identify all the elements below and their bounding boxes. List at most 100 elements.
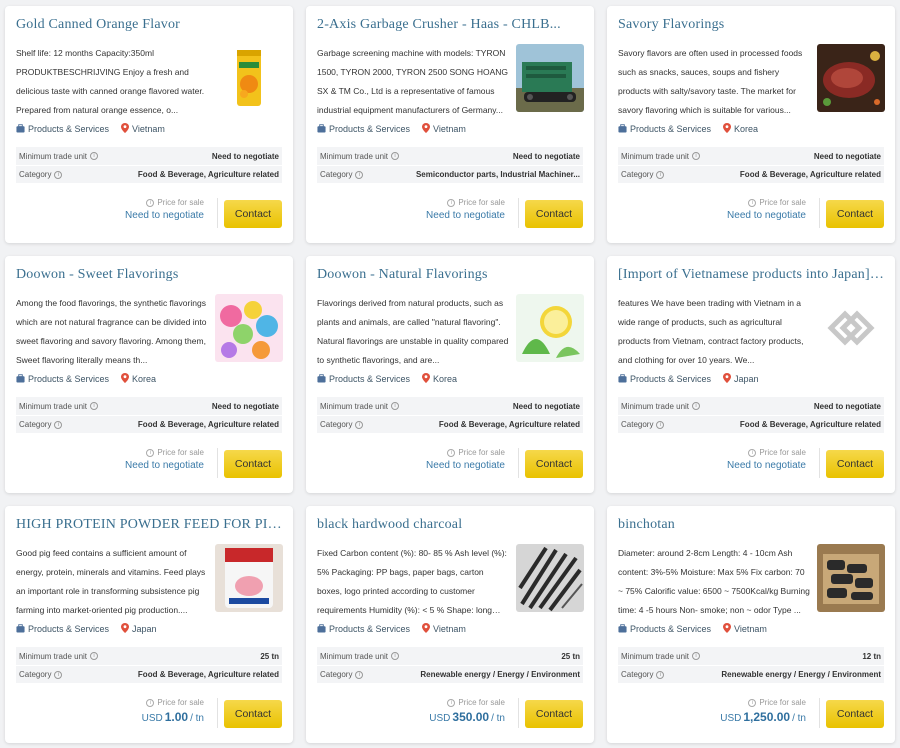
product-card[interactable]: Gold Canned Orange Flavor Shelf life: 12… — [5, 6, 293, 243]
product-description: Shelf life: 12 months Capacity:350ml PRO… — [16, 48, 205, 115]
info-icon[interactable]: i — [54, 170, 63, 179]
product-title[interactable]: Savory Flavorings — [618, 17, 886, 33]
product-card[interactable]: 2-Axis Garbage Crusher - Haas - CHLB... … — [306, 6, 594, 243]
info-icon[interactable]: i — [90, 652, 99, 660]
info-icon[interactable]: i — [90, 152, 99, 160]
price-currency: USD — [720, 713, 742, 724]
contact-button[interactable]: Contact — [525, 700, 583, 728]
product-title[interactable]: 2-Axis Garbage Crusher - Haas - CHLB... — [317, 17, 585, 33]
info-icon[interactable]: i — [656, 670, 665, 679]
info-icon[interactable]: i — [692, 402, 701, 410]
info-icon[interactable]: i — [656, 170, 665, 179]
product-card[interactable]: binchotan Diameter: around 2-8cm Length:… — [607, 506, 895, 743]
product-title[interactable]: HIGH PROTEIN POWDER FEED FOR PIG +... — [16, 517, 284, 533]
product-card[interactable]: Doowon - Natural Flavorings Flavorings d… — [306, 256, 594, 493]
price-amount: Need to negotiate — [426, 460, 505, 471]
info-icon[interactable]: i — [355, 170, 364, 179]
price-currency: USD — [141, 713, 163, 724]
price-amount: Need to negotiate — [727, 210, 806, 221]
product-title[interactable]: black hardwood charcoal — [317, 517, 585, 533]
info-icon[interactable]: i — [748, 698, 757, 707]
info-icon[interactable]: i — [656, 420, 665, 429]
contact-button[interactable]: Contact — [525, 200, 583, 228]
product-card[interactable]: [Import of Vietnamese products into Japa… — [607, 256, 895, 493]
product-image[interactable] — [516, 44, 584, 112]
product-meta: Products & Services Vietnam — [618, 623, 767, 635]
min-trade-unit-label: Minimum trade unit — [320, 151, 389, 161]
min-trade-unit-label: Minimum trade unit — [320, 401, 389, 411]
info-icon[interactable]: i — [355, 670, 364, 679]
info-icon[interactable]: i — [447, 698, 456, 707]
product-title[interactable]: Gold Canned Orange Flavor — [16, 17, 284, 33]
product-title[interactable]: [Import of Vietnamese products into Japa… — [618, 267, 886, 283]
product-image[interactable] — [817, 44, 885, 112]
product-title[interactable]: Doowon - Sweet Flavorings — [16, 267, 284, 283]
contact-button[interactable]: Contact — [224, 450, 282, 478]
product-card[interactable]: HIGH PROTEIN POWDER FEED FOR PIG +... Go… — [5, 506, 293, 743]
product-image[interactable] — [817, 294, 885, 362]
card-footer: i Price for sale USD 1.00/ tn Contact — [16, 698, 282, 728]
price-for-sale-text: Price for sale — [759, 198, 806, 207]
product-meta: Products & Services Vietnam — [317, 123, 466, 135]
info-icon[interactable]: i — [355, 420, 364, 429]
product-image[interactable] — [215, 294, 283, 362]
contact-button[interactable]: Contact — [826, 700, 884, 728]
category-row: Category i Renewable energy / Energy / En… — [317, 665, 583, 683]
location-label: Vietnam — [132, 124, 165, 134]
product-title[interactable]: Doowon - Natural Flavorings — [317, 267, 585, 283]
min-trade-unit-key: Minimum trade unit i — [19, 652, 99, 661]
contact-button[interactable]: Contact — [224, 200, 282, 228]
product-image[interactable] — [215, 44, 283, 112]
info-icon[interactable]: i — [692, 152, 701, 160]
min-trade-unit-row: Minimum trade unit i Need to negotiate — [317, 147, 583, 165]
charcoal-box-image — [817, 544, 885, 612]
info-icon[interactable]: i — [391, 152, 400, 160]
product-title[interactable]: binchotan — [618, 517, 886, 533]
product-description: Among the food flavorings, the synthetic… — [16, 298, 207, 365]
info-icon[interactable]: i — [447, 198, 456, 207]
min-trade-unit-key: Minimum trade unit i — [320, 401, 400, 411]
info-icon[interactable]: i — [146, 198, 155, 207]
product-card[interactable]: Savory Flavorings Savory flavors are oft… — [607, 6, 895, 243]
info-icon[interactable]: i — [447, 448, 456, 457]
contact-button[interactable]: Contact — [224, 700, 282, 728]
min-trade-unit-row: Minimum trade unit i 12 tn — [618, 647, 884, 665]
product-image[interactable] — [516, 294, 584, 362]
category-value: Food & Beverage, Agriculture related — [438, 420, 580, 429]
contact-button[interactable]: Contact — [826, 200, 884, 228]
price-block: i Price for sale Need to negotiate — [385, 198, 505, 221]
info-icon[interactable]: i — [54, 420, 63, 429]
category-label: Category — [621, 170, 654, 179]
price-value: USD 1.00/ tn — [84, 710, 204, 724]
briefcase-icon — [317, 373, 326, 385]
info-icon[interactable]: i — [391, 402, 400, 410]
logo-image — [817, 294, 885, 362]
price-label: i Price for sale — [84, 198, 204, 207]
min-trade-unit-value: Need to negotiate — [813, 401, 881, 411]
card-footer: i Price for sale Need to negotiate Contac… — [16, 198, 282, 228]
info-icon[interactable]: i — [748, 448, 757, 457]
info-icon[interactable]: i — [748, 198, 757, 207]
info-icon[interactable]: i — [90, 402, 99, 410]
info-icon[interactable]: i — [391, 652, 400, 660]
location-label: Korea — [433, 374, 458, 384]
price-label: i Price for sale — [385, 698, 505, 707]
trade-info-table: Minimum trade unit i Need to negotiate Ca… — [317, 147, 583, 183]
product-image[interactable] — [215, 544, 283, 612]
category-type-label: Products & Services — [28, 374, 110, 384]
contact-button[interactable]: Contact — [826, 450, 884, 478]
product-card[interactable]: Doowon - Sweet Flavorings Among the food… — [5, 256, 293, 493]
product-image[interactable] — [817, 544, 885, 612]
category-value: Food & Beverage, Agriculture related — [739, 170, 881, 179]
info-icon[interactable]: i — [146, 698, 155, 707]
product-image[interactable] — [516, 544, 584, 612]
product-card[interactable]: black hardwood charcoal Fixed Carbon con… — [306, 506, 594, 743]
info-icon[interactable]: i — [146, 448, 155, 457]
price-currency: USD — [429, 713, 451, 724]
info-icon[interactable]: i — [692, 652, 701, 660]
category-value: Food & Beverage, Agriculture related — [137, 170, 279, 179]
contact-button[interactable]: Contact — [525, 450, 583, 478]
info-icon[interactable]: i — [54, 670, 63, 679]
min-trade-unit-row: Minimum trade unit i Need to negotiate — [16, 397, 282, 415]
min-trade-unit-key: Minimum trade unit i — [19, 152, 99, 161]
